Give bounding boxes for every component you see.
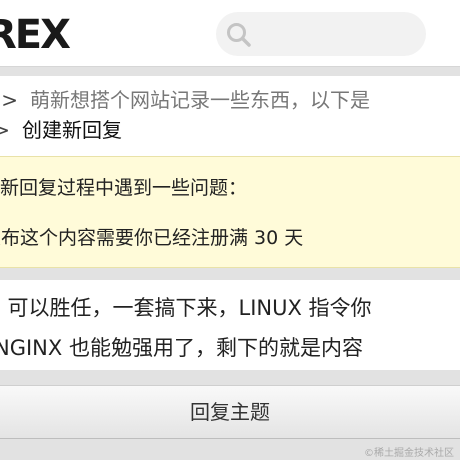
breadcrumb-topic-link[interactable]: 萌新想搭个网站记录一些东西，以下是 — [30, 88, 370, 112]
watermark: ©稀土掘金技术社区 — [364, 448, 454, 459]
chevron-right-icon: > — [0, 118, 10, 142]
top-bar: REX — [0, 0, 460, 67]
site-logo[interactable]: REX — [0, 10, 71, 60]
notice-title: 新回复过程中遇到一些问题： — [0, 177, 248, 199]
search-icon — [227, 23, 251, 47]
breadcrumb-current-row: > 创建新回复 — [0, 116, 122, 144]
reply-content[interactable]: o 可以胜任，一套搞下来，LINUX 指令你 NGINX 也能勉强用了，剩下的就… — [0, 280, 460, 370]
breadcrumb-topic-row[interactable]: > 萌新想搭个网站记录一些东西，以下是 — [0, 86, 370, 114]
warning-notice: 新回复过程中遇到一些问题： 发布这个内容需要你已经注册满 30 天 — [0, 156, 460, 268]
content-line: NGINX 也能勉强用了，剩下的就是内容 — [0, 336, 363, 360]
reply-topic-button[interactable]: 回复主题 — [0, 385, 460, 439]
breadcrumb: > 萌新想搭个网站记录一些东西，以下是 > 创建新回复 — [0, 76, 460, 156]
content-line: o 可以胜任，一套搞下来，LINUX 指令你 — [0, 296, 372, 320]
notice-item: 发布这个内容需要你已经注册满 30 天 — [0, 227, 304, 249]
chevron-right-icon: > — [1, 88, 18, 112]
search-input[interactable] — [216, 12, 426, 56]
breadcrumb-current: 创建新回复 — [22, 118, 122, 142]
